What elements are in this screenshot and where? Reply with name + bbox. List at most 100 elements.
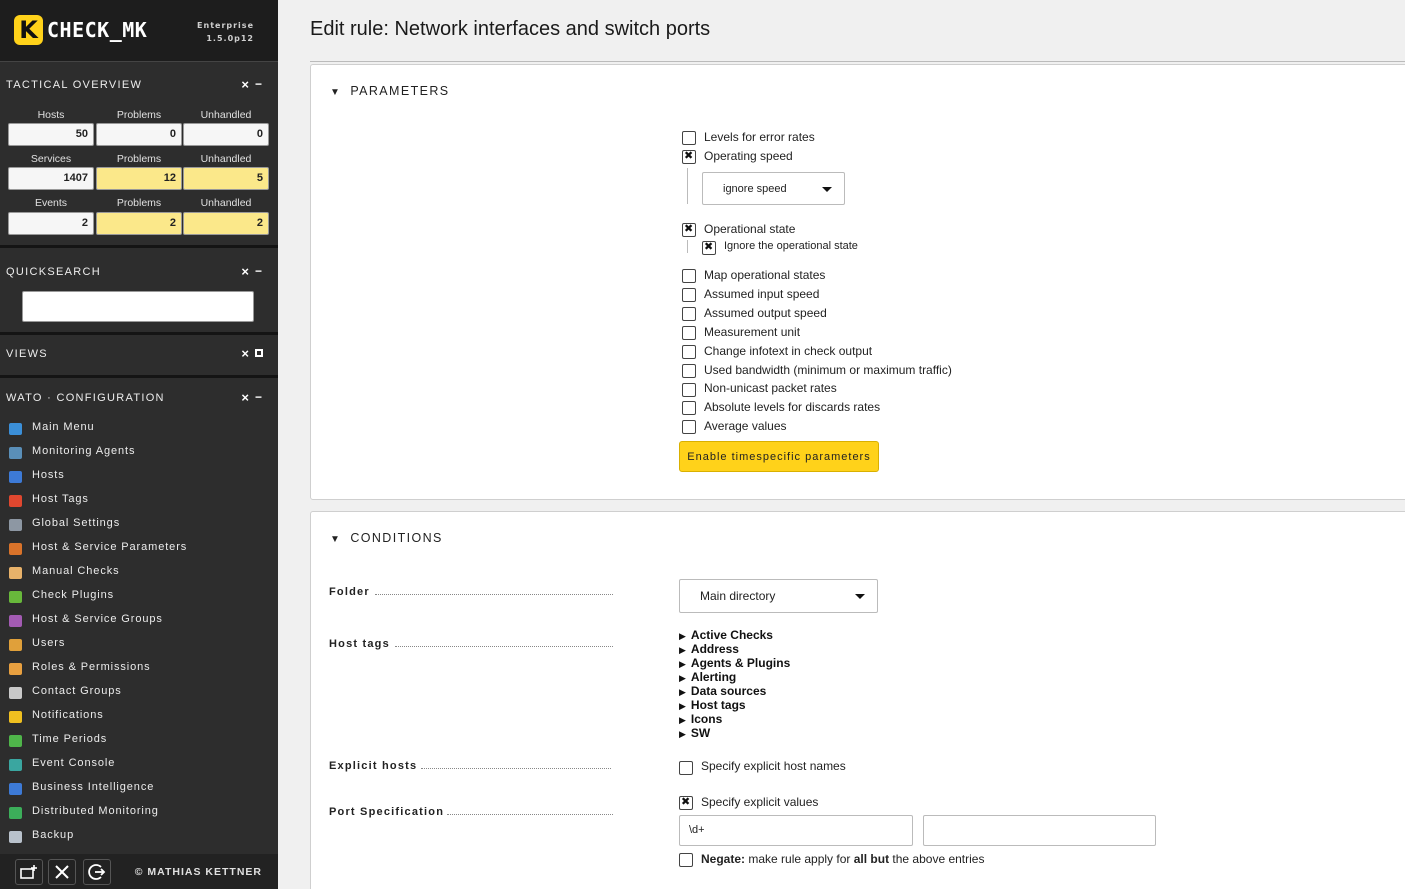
- wato-menu-item[interactable]: Host Tags: [9, 490, 269, 510]
- host-tag-group[interactable]: ▶ Host tags: [679, 698, 746, 712]
- speed-select-value: ignore speed: [723, 183, 787, 195]
- settings-button[interactable]: [48, 859, 76, 885]
- logo-text[interactable]: CHECK_MK: [47, 18, 147, 42]
- service-unhandled-count[interactable]: 5: [183, 167, 269, 190]
- negate-checkbox[interactable]: [679, 853, 693, 867]
- port-value-input-2[interactable]: [923, 815, 1156, 846]
- host-tag-group-label: Data sources: [690, 684, 767, 698]
- page-title: Edit rule: Network interfaces and switch…: [310, 18, 711, 40]
- host-tag-group[interactable]: ▶ Icons: [679, 712, 722, 726]
- close-icon[interactable]: ×: [241, 264, 249, 279]
- host-problems-count[interactable]: 0: [96, 123, 182, 146]
- copyright[interactable]: © MATHIAS KETTNER: [135, 866, 262, 878]
- used-bandwidth-checkbox[interactable]: [682, 364, 696, 378]
- wato-menu-item[interactable]: Host & Service Groups: [9, 610, 269, 630]
- wato-menu-item[interactable]: Time Periods: [9, 730, 269, 750]
- average-values-checkbox[interactable]: [682, 420, 696, 434]
- views-header[interactable]: VIEWS ×: [0, 345, 278, 365]
- wato-menu-item[interactable]: Manual Checks: [9, 562, 269, 582]
- event-problems-count[interactable]: 2: [96, 212, 182, 235]
- parameters-heading: PARAMETERS: [350, 84, 450, 98]
- host-tag-group[interactable]: ▶ SW: [679, 726, 710, 740]
- wato-menu-item[interactable]: Roles & Permissions: [9, 658, 269, 678]
- enable-timespecific-button[interactable]: Enable timespecific parameters: [679, 441, 879, 472]
- assumed-output-speed-checkbox[interactable]: [682, 307, 696, 321]
- minimize-icon[interactable]: −: [255, 390, 262, 404]
- tactical-overview-header[interactable]: TACTICAL OVERVIEW × −: [0, 76, 278, 96]
- wato-menu-item[interactable]: Main Menu: [9, 418, 269, 438]
- checkmk-logo-icon[interactable]: K: [14, 15, 43, 45]
- minimize-icon[interactable]: −: [255, 264, 262, 278]
- wato-menu-item[interactable]: Backup: [9, 826, 269, 846]
- collapse-triangle-icon: ▼: [330, 87, 342, 98]
- wato-menu-item[interactable]: Business Intelligence: [9, 778, 269, 798]
- indent-line: [687, 168, 688, 204]
- levels-error-rates-checkbox[interactable]: [682, 131, 696, 145]
- close-icon[interactable]: ×: [241, 77, 249, 92]
- services-count[interactable]: 1407: [8, 167, 94, 190]
- roles-icon: [9, 663, 22, 675]
- add-snapin-button[interactable]: [15, 859, 43, 885]
- folder-select[interactable]: Main directory: [679, 579, 878, 613]
- close-icon[interactable]: ×: [241, 390, 249, 405]
- wato-menu-item[interactable]: Users: [9, 634, 269, 654]
- port-value-input-1[interactable]: \d+: [679, 815, 913, 846]
- hosts-count[interactable]: 50: [8, 123, 94, 146]
- host-tag-group[interactable]: ▶ Address: [679, 642, 739, 656]
- conditions-toggle[interactable]: ▼ CONDITIONS: [330, 531, 443, 545]
- non-unicast-rates-checkbox[interactable]: [682, 383, 696, 397]
- host-tag-group[interactable]: ▶ Data sources: [679, 684, 766, 698]
- port-spec-checkbox[interactable]: [679, 795, 693, 810]
- wato-menu-item[interactable]: Host & Service Parameters: [9, 538, 269, 558]
- wato-menu-item[interactable]: Distributed Monitoring: [9, 802, 269, 822]
- main-content: Edit rule: Network interfaces and switch…: [278, 0, 1405, 889]
- minimize-icon[interactable]: −: [255, 77, 262, 91]
- assumed-input-speed-checkbox[interactable]: [682, 288, 696, 302]
- maximize-icon[interactable]: [255, 349, 263, 357]
- host-tag-group[interactable]: ▶ Alerting: [679, 670, 736, 684]
- wato-menu-label: Global Settings: [32, 517, 121, 529]
- wato-menu-item[interactable]: Event Console: [9, 754, 269, 774]
- expand-triangle-icon: ▶: [679, 687, 686, 697]
- wato-menu-label: Host & Service Groups: [32, 613, 163, 625]
- host-tag-group[interactable]: ▶ Active Checks: [679, 628, 773, 642]
- non-unicast-rates-label: Non-unicast packet rates: [704, 381, 837, 395]
- change-infotext-checkbox[interactable]: [682, 345, 696, 359]
- used-bandwidth-label: Used bandwidth (minimum or maximum traff…: [704, 363, 952, 377]
- close-icon[interactable]: ×: [241, 346, 249, 361]
- ignore-operational-state-checkbox[interactable]: [702, 240, 716, 255]
- wato-menu-item[interactable]: Hosts: [9, 466, 269, 486]
- logout-button[interactable]: [83, 859, 111, 885]
- discards-rates-checkbox[interactable]: [682, 401, 696, 415]
- service-problems-count[interactable]: 12: [96, 167, 182, 190]
- title-divider: [310, 61, 1405, 62]
- agents-icon: [9, 447, 22, 459]
- wato-menu-item[interactable]: Notifications: [9, 706, 269, 726]
- wato-header[interactable]: WATO · CONFIGURATION × −: [0, 389, 278, 409]
- wato-menu-item[interactable]: Check Plugins: [9, 586, 269, 606]
- measurement-unit-checkbox[interactable]: [682, 326, 696, 340]
- wato-menu-item[interactable]: Monitoring Agents: [9, 442, 269, 462]
- speed-select[interactable]: ignore speed: [702, 172, 845, 205]
- quicksearch-header[interactable]: QUICKSEARCH × −: [0, 263, 278, 283]
- folder-legend: Folder: [329, 586, 370, 598]
- explicit-hosts-checkbox[interactable]: [679, 761, 693, 775]
- globe-icon: [9, 807, 22, 819]
- map-operational-states-checkbox[interactable]: [682, 269, 696, 283]
- quicksearch-input[interactable]: [22, 291, 254, 322]
- wato-menu-label: Hosts: [32, 469, 65, 481]
- wato-menu-item[interactable]: Global Settings: [9, 514, 269, 534]
- host-unhandled-count[interactable]: 0: [183, 123, 269, 146]
- host-tag-group[interactable]: ▶ Agents & Plugins: [679, 656, 790, 670]
- wato-menu-label: Main Menu: [32, 421, 95, 433]
- expand-triangle-icon: ▶: [679, 631, 686, 641]
- wato-menu-label: Notifications: [32, 709, 104, 721]
- event-unhandled-count[interactable]: 2: [183, 212, 269, 235]
- wato-menu-label: Time Periods: [32, 733, 108, 745]
- operational-state-checkbox[interactable]: [682, 222, 696, 237]
- operating-speed-checkbox[interactable]: [682, 149, 696, 164]
- host-tag-group-label: Address: [690, 642, 739, 656]
- parameters-toggle[interactable]: ▼ PARAMETERS: [330, 84, 450, 98]
- events-count[interactable]: 2: [8, 212, 94, 235]
- wato-menu-item[interactable]: Contact Groups: [9, 682, 269, 702]
